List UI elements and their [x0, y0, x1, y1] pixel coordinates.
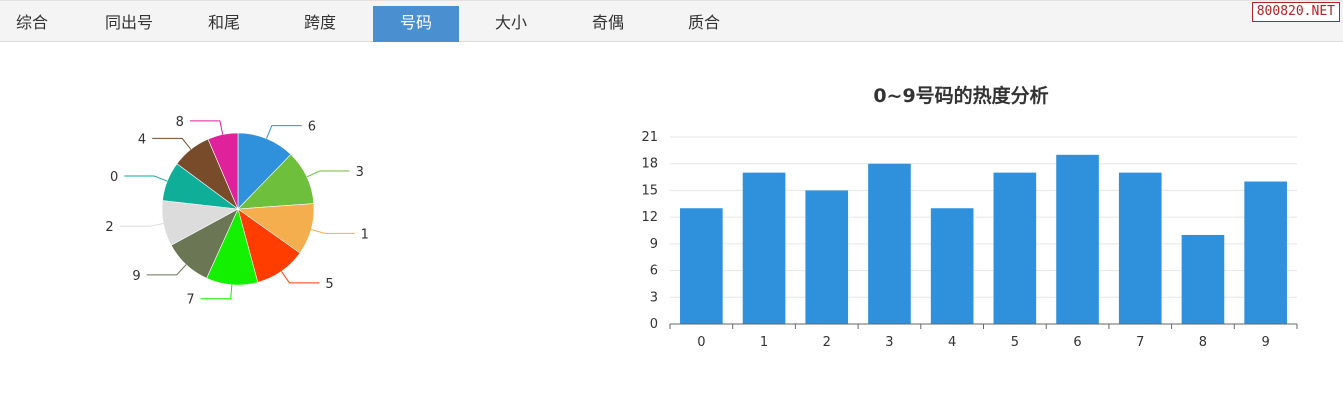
bar-chart: 0~9号码的热度分析 0369121518210 1 2 3 4 5 6 7 8 9: [641, 84, 1298, 350]
pie-label-1: 1: [361, 227, 369, 242]
site-watermark: 800820.NET: [1251, 2, 1340, 22]
bar-7[interactable]: [1118, 172, 1162, 324]
bar-6[interactable]: [1056, 154, 1099, 324]
x-tick-label-7: 7: [1136, 335, 1144, 350]
tab-prime-composite[interactable]: 质合: [660, 6, 748, 42]
tab-bar: 综合 同出号 和尾 跨度 号码 大小 奇偶 质合: [0, 0, 1343, 42]
pie-label-7: 7: [186, 293, 194, 308]
y-tick-label-6: 6: [650, 264, 658, 279]
x-tick-label-5: 5: [1011, 335, 1019, 350]
bar-2[interactable]: [805, 190, 849, 324]
bar-5[interactable]: [993, 172, 1037, 324]
x-tick-label-1: 1: [760, 335, 768, 350]
x-tick-label-6: 6: [1073, 335, 1081, 350]
x-tick-label-0: 0: [697, 335, 705, 350]
pie-label-line-0: [124, 175, 168, 182]
pie-label-0: 0: [110, 170, 118, 185]
bar-9[interactable]: [1244, 181, 1287, 324]
y-tick-label-12: 12: [641, 210, 658, 225]
bar-4[interactable]: [930, 208, 974, 324]
pie-label-9: 9: [132, 269, 140, 284]
bar-3[interactable]: [868, 163, 911, 324]
y-tick-label-15: 15: [641, 183, 658, 198]
pie-label-6: 6: [308, 120, 316, 135]
bar-0[interactable]: [680, 208, 723, 324]
x-tick-label-2: 2: [823, 335, 831, 350]
bar-1[interactable]: [742, 172, 786, 324]
tab-odd-even[interactable]: 奇偶: [564, 6, 652, 42]
tab-sum-tail[interactable]: 和尾: [180, 6, 268, 42]
pie-label-line-4: [152, 137, 192, 150]
pie-label-line-8: [189, 120, 224, 135]
y-tick-label-0: 0: [650, 317, 658, 332]
bar-8[interactable]: [1181, 234, 1225, 324]
x-tick-label-9: 9: [1262, 335, 1270, 350]
pie-label-line-7: [200, 284, 233, 300]
pie-label-line-1: [311, 229, 355, 234]
pie-chart: 6 3 1 5 7 9 2 0 4 8: [105, 115, 369, 308]
tab-number[interactable]: 号码: [373, 6, 459, 42]
y-tick-label-18: 18: [641, 157, 658, 172]
pie-label-line-5: [281, 271, 320, 284]
tab-co-occurrence[interactable]: 同出号: [85, 6, 173, 42]
pie-label-4: 4: [138, 132, 146, 147]
tab-big-small[interactable]: 大小: [467, 6, 555, 42]
x-tick-label-3: 3: [885, 335, 893, 350]
chart-title: 0~9号码的热度分析: [873, 84, 1048, 107]
y-tick-label-9: 9: [650, 237, 658, 252]
pie-label-8: 8: [176, 115, 184, 130]
tab-span[interactable]: 跨度: [276, 6, 364, 42]
y-tick-label-3: 3: [650, 290, 658, 305]
y-tick-label-21: 21: [641, 130, 658, 145]
pie-label-line-6: [266, 125, 302, 139]
pie-label-line-3: [306, 170, 350, 178]
tab-composite[interactable]: 综合: [0, 6, 64, 42]
pie-label-2: 2: [105, 220, 113, 235]
x-tick-label-4: 4: [948, 335, 956, 350]
x-tick-label-8: 8: [1199, 335, 1207, 350]
pie-label-3: 3: [356, 165, 364, 180]
pie-label-line-2: [119, 223, 164, 227]
pie-label-line-9: [146, 264, 187, 276]
pie-label-5: 5: [325, 277, 333, 292]
